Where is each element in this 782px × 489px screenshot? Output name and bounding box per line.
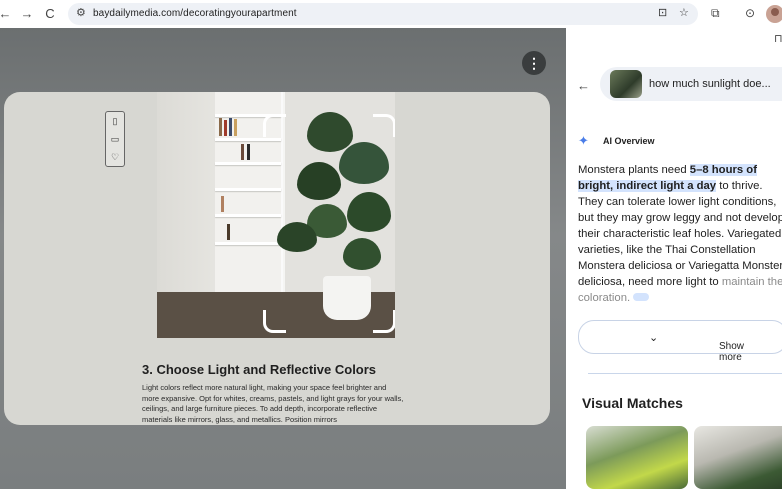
profile-avatar[interactable] (766, 5, 782, 23)
article-photo (157, 92, 395, 338)
sparkle-icon: ✦ (578, 133, 589, 148)
ai-overview-answer: Monstera plants need 5–8 hours of bright… (578, 162, 782, 306)
bookmark-star-icon[interactable]: ☆ (679, 6, 689, 19)
heart-icon[interactable]: ♡ (106, 148, 124, 166)
visual-match-thumbnail[interactable] (586, 426, 688, 489)
back-arrow-icon[interactable]: ← (0, 5, 14, 23)
answer-text-start: Monstera plants need (578, 164, 690, 176)
show-more-button[interactable]: Show more ⌄ (578, 320, 782, 363)
bookmark-icon[interactable]: ▯ (106, 112, 124, 130)
source-chip[interactable] (633, 293, 650, 301)
query-image-thumbnail[interactable] (610, 70, 642, 98)
search-query-box[interactable]: how much sunlight doe... (600, 67, 782, 101)
chevron-down-icon: ⌄ (649, 332, 659, 344)
comment-icon[interactable]: ▭ (106, 130, 124, 148)
url-text[interactable]: baydailymedia.com/decoratingyourapartmen… (93, 8, 297, 19)
show-more-label: Show more (719, 341, 745, 363)
forward-arrow-icon[interactable]: → (18, 5, 36, 23)
back-arrow-icon[interactable]: ← (577, 78, 590, 93)
pin-icon[interactable]: ⊓ (774, 32, 782, 45)
visual-matches-title: Visual Matches (582, 395, 683, 411)
article-heading: 3. Choose Light and Reflective Colors (142, 362, 377, 377)
extensions-icon[interactable]: ⧉ (711, 6, 720, 21)
answer-text-rest: to thrive. They can tolerate lower light… (578, 180, 782, 288)
lens-overlay[interactable]: ⋮ ▯ ▭ ♡ 3. Choose Light and Reflective C… (0, 28, 566, 489)
google-lens-toolbar-icon[interactable]: ⊙ (745, 6, 755, 20)
article-body: Light colors reflect more natural light,… (142, 383, 404, 424)
divider (588, 373, 782, 374)
query-text[interactable]: how much sunlight doe... (649, 78, 771, 90)
visual-match-thumbnail[interactable] (694, 426, 782, 489)
reload-icon[interactable]: C (41, 5, 59, 23)
site-info-icon[interactable]: ⚙ (76, 6, 86, 19)
lens-icon[interactable]: ⊡ (658, 6, 667, 19)
page-screenshot-card: ▯ ▭ ♡ 3. Choose Light and Reflective Col… (4, 92, 550, 425)
more-options-icon[interactable]: ⋮ (522, 51, 546, 75)
article-side-actions: ▯ ▭ ♡ (105, 111, 125, 167)
address-bar[interactable]: ⚙ baydailymedia.com/decoratingyourapartm… (68, 3, 698, 25)
browser-toolbar: ← → C ⚙ baydailymedia.com/decoratingyour… (0, 0, 782, 28)
ai-overview-label: AI Overview (603, 136, 655, 146)
lens-side-panel: ⊓ ← how much sunlight doe... ✦ AI Overvi… (566, 28, 782, 489)
